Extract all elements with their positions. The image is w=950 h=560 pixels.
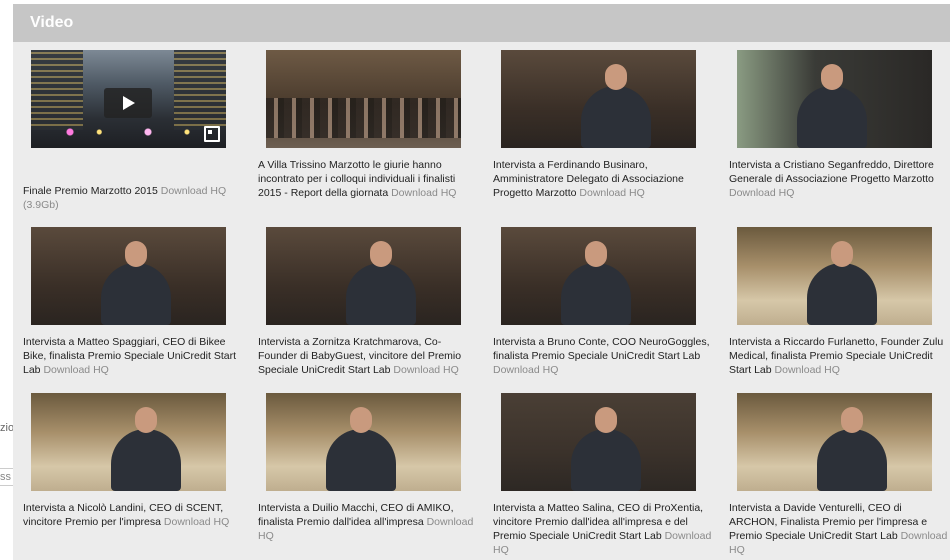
video-card: Intervista a Nicolò Landini, CEO di SCEN… — [13, 385, 248, 560]
video-card: Intervista a Duilio Macchi, CEO di AMIKO… — [248, 385, 483, 560]
section-title: Video — [13, 4, 950, 42]
download-hq-link[interactable]: Download HQ — [391, 187, 456, 199]
download-hq-link[interactable]: Download HQ — [43, 364, 108, 376]
download-hq-link[interactable]: Download HQ — [729, 187, 794, 199]
video-thumbnail[interactable] — [737, 50, 932, 148]
video-caption: Intervista a Ferdinando Businaro, Ammini… — [493, 158, 713, 200]
thumbnail-person — [111, 407, 181, 491]
video-caption: Intervista a Matteo Spaggiari, CEO di Bi… — [23, 335, 243, 377]
download-hq-link[interactable]: Download HQ — [579, 187, 644, 199]
video-thumbnail[interactable] — [737, 393, 932, 491]
video-section: Video Finale Premio Marzotto 2015 Downlo… — [13, 4, 950, 560]
video-title: Finale Premio Marzotto 2015 — [23, 185, 158, 197]
video-card: Intervista a Matteo Salina, CEO di ProXe… — [483, 385, 719, 560]
video-card: Intervista a Bruno Conte, COO NeuroGoggl… — [483, 219, 719, 385]
video-card: Finale Premio Marzotto 2015 Download HQ (… — [13, 42, 248, 219]
video-thumbnail[interactable] — [501, 50, 696, 148]
thumbnail-person — [797, 64, 867, 148]
video-thumbnail[interactable] — [266, 227, 461, 325]
video-caption: Intervista a Zornitza Kratchmarova, Co-F… — [258, 335, 478, 377]
download-hq-link[interactable]: Download HQ — [164, 516, 229, 528]
video-card: Intervista a Ferdinando Businaro, Ammini… — [483, 42, 719, 219]
video-thumbnail[interactable] — [266, 393, 461, 491]
video-thumbnail[interactable] — [501, 227, 696, 325]
video-thumbnail[interactable] — [31, 393, 226, 491]
thumbnail-building — [31, 50, 83, 130]
thumbnail-person — [101, 241, 171, 325]
video-thumbnail[interactable] — [31, 227, 226, 325]
video-title: Intervista a Duilio Macchi, CEO di AMIKO… — [258, 502, 454, 528]
thumbnail-crowd — [266, 98, 461, 138]
play-icon[interactable] — [104, 88, 152, 118]
video-caption: Intervista a Bruno Conte, COO NeuroGoggl… — [493, 335, 713, 377]
video-caption: Intervista a Duilio Macchi, CEO di AMIKO… — [258, 501, 478, 543]
thumbnail-person — [326, 407, 396, 491]
video-caption: Intervista a Matteo Salina, CEO di ProXe… — [493, 501, 713, 557]
video-thumbnail[interactable] — [266, 50, 461, 148]
video-caption: A Villa Trissino Marzotto le giurie hann… — [258, 158, 478, 200]
thumbnail-lights — [31, 126, 226, 138]
video-caption: Intervista a Riccardo Furlanetto, Founde… — [729, 335, 949, 377]
video-card: A Villa Trissino Marzotto le giurie hann… — [248, 42, 483, 219]
download-hq-link[interactable]: Download HQ — [393, 364, 458, 376]
file-size: (3.9Gb) — [23, 199, 59, 211]
thumbnail-person — [817, 407, 887, 491]
thumbnail-person — [807, 241, 877, 325]
video-card: Intervista a Matteo Spaggiari, CEO di Bi… — [13, 219, 248, 385]
edge-text-fragment: zio — [0, 422, 15, 434]
thumbnail-person — [561, 241, 631, 325]
video-title: Intervista a Cristiano Seganfreddo, Dire… — [729, 159, 934, 185]
download-hq-link[interactable]: Download HQ — [493, 364, 558, 376]
video-title: Intervista a Davide Venturelli, CEO di A… — [729, 502, 928, 542]
video-card: Intervista a Cristiano Seganfreddo, Dire… — [719, 42, 950, 219]
video-caption: Finale Premio Marzotto 2015 Download HQ (… — [23, 184, 243, 212]
video-thumbnail[interactable] — [501, 393, 696, 491]
video-title: Intervista a Bruno Conte, COO NeuroGoggl… — [493, 336, 710, 362]
video-caption: Intervista a Davide Venturelli, CEO di A… — [729, 501, 949, 557]
video-player[interactable] — [31, 50, 226, 148]
video-thumbnail[interactable] — [737, 227, 932, 325]
video-card: Intervista a Zornitza Kratchmarova, Co-F… — [248, 219, 483, 385]
download-hq-link[interactable]: Download HQ — [775, 364, 840, 376]
thumbnail-person — [581, 64, 651, 148]
thumbnail-person — [571, 407, 641, 491]
video-card: Intervista a Riccardo Furlanetto, Founde… — [719, 219, 950, 385]
video-caption: Intervista a Cristiano Seganfreddo, Dire… — [729, 158, 949, 200]
thumbnail-person — [346, 241, 416, 325]
video-card: Intervista a Davide Venturelli, CEO di A… — [719, 385, 950, 560]
thumbnail-building — [174, 50, 226, 130]
fullscreen-icon[interactable] — [204, 126, 220, 142]
video-caption: Intervista a Nicolò Landini, CEO di SCEN… — [23, 501, 243, 529]
download-hq-link[interactable]: Download HQ — [161, 185, 226, 197]
video-grid: Finale Premio Marzotto 2015 Download HQ (… — [13, 42, 950, 560]
